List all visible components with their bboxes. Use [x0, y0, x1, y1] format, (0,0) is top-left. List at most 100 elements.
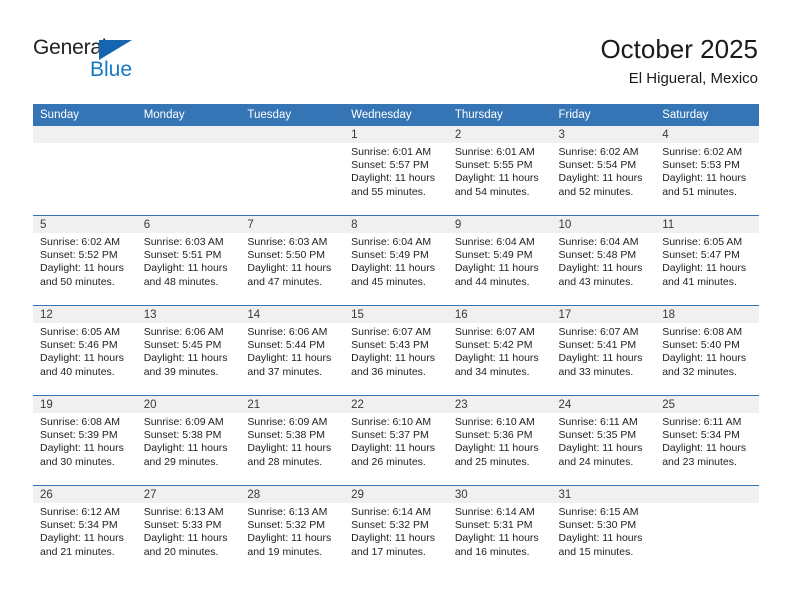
day-number: 6	[136, 216, 241, 233]
sunrise-text: Sunrise: 6:14 AM	[351, 506, 432, 518]
calendar-day-cell[interactable]: 11 Sunrise: 6:05 AM Sunset: 5:47 PM Dayligh…	[655, 215, 759, 306]
daylight-text-line2: and 40 minutes.	[40, 365, 115, 378]
daylight-text-line1: Daylight: 11 hours	[40, 442, 124, 455]
weekday-header-row: Sunday Monday Tuesday Wednesday Thursday Frid…	[33, 104, 759, 126]
sunrise-text: Sunrise: 6:10 AM	[454, 416, 535, 428]
weekday-header-monday: Monday	[136, 104, 241, 126]
day-number: 29	[344, 486, 448, 503]
sunset-text: Sunset: 5:54 PM	[558, 159, 637, 172]
day-number	[33, 126, 137, 143]
cell-inner: 20 Sunrise: 6:09 AM Sunset: 5:38 PM Dayligh…	[136, 396, 241, 485]
calendar-day-cell[interactable]: 18 Sunrise: 6:08 AM Sunset: 5:40 PM Dayligh…	[655, 305, 759, 396]
calendar-day-cell[interactable]: 6 Sunrise: 6:03 AM Sunset: 5:51 PM Daylight…	[136, 215, 241, 306]
calendar-day-cell[interactable]: 22 Sunrise: 6:10 AM Sunset: 5:37 PM Dayligh…	[344, 395, 448, 486]
daylight-text-line1: Daylight: 11 hours	[662, 262, 747, 275]
calendar-day-cell[interactable]: 27 Sunrise: 6:13 AM Sunset: 5:33 PM Dayligh…	[136, 485, 241, 575]
calendar-week-row: 1 Sunrise: 6:01 AM Sunset: 5:57 PM Daylight…	[33, 126, 759, 216]
daylight-text-line2: and 52 minutes.	[558, 185, 634, 198]
sunrise-text: Sunrise: 6:06 AM	[247, 326, 328, 338]
calendar-day-cell[interactable]: 20 Sunrise: 6:09 AM Sunset: 5:38 PM Dayligh…	[136, 395, 241, 486]
sunset-text: Sunset: 5:57 PM	[351, 159, 429, 172]
day-number: 30	[447, 486, 552, 503]
calendar-day-cell[interactable]: 31 Sunrise: 6:15 AM Sunset: 5:30 PM Dayligh…	[551, 485, 656, 575]
calendar-day-cell[interactable]: 8 Sunrise: 6:04 AM Sunset: 5:49 PM Daylight…	[344, 215, 448, 306]
daylight-text-line2: and 43 minutes.	[558, 275, 634, 288]
cell-inner: 2 Sunrise: 6:01 AM Sunset: 5:55 PM Daylight…	[447, 126, 552, 215]
calendar-day-cell[interactable]: 28 Sunrise: 6:13 AM Sunset: 5:32 PM Dayligh…	[240, 485, 345, 575]
day-details: Sunrise: 6:03 AM Sunset: 5:50 PM Daylight:…	[240, 233, 344, 289]
daylight-text-line1: Daylight: 11 hours	[454, 172, 539, 185]
daylight-text-line1: Daylight: 11 hours	[143, 352, 228, 365]
calendar-week-row: 5 Sunrise: 6:02 AM Sunset: 5:52 PM Daylight…	[33, 215, 759, 306]
daylight-text-line1: Daylight: 11 hours	[351, 352, 435, 365]
cell-inner: 6 Sunrise: 6:03 AM Sunset: 5:51 PM Daylight…	[136, 216, 241, 305]
daylight-text-line1: Daylight: 11 hours	[40, 352, 124, 365]
daylight-text-line2: and 32 minutes.	[662, 365, 737, 378]
day-details: Sunrise: 6:08 AM Sunset: 5:39 PM Daylight:…	[33, 413, 137, 469]
calendar-day-cell[interactable]: 13 Sunrise: 6:06 AM Sunset: 5:45 PM Dayligh…	[136, 305, 241, 396]
day-number: 31	[551, 486, 656, 503]
daylight-text-line1: Daylight: 11 hours	[454, 532, 539, 545]
daylight-text-line2: and 24 minutes.	[558, 455, 634, 468]
calendar-day-cell[interactable]: 29 Sunrise: 6:14 AM Sunset: 5:32 PM Dayligh…	[344, 485, 448, 575]
cell-inner: 9 Sunrise: 6:04 AM Sunset: 5:49 PM Daylight…	[447, 216, 552, 305]
calendar-day-cell[interactable]: 30 Sunrise: 6:14 AM Sunset: 5:31 PM Dayligh…	[447, 485, 552, 575]
calendar-day-cell[interactable]: 24 Sunrise: 6:11 AM Sunset: 5:35 PM Dayligh…	[551, 395, 656, 486]
day-details: Sunrise: 6:14 AM Sunset: 5:32 PM Daylight:…	[344, 503, 448, 559]
sunset-text: Sunset: 5:45 PM	[143, 339, 222, 352]
daylight-text-line1: Daylight: 11 hours	[351, 172, 435, 185]
calendar-day-cell[interactable]: 5 Sunrise: 6:02 AM Sunset: 5:52 PM Daylight…	[33, 215, 137, 306]
day-number: 9	[447, 216, 552, 233]
sunset-text: Sunset: 5:36 PM	[454, 429, 533, 442]
calendar-day-cell[interactable]: 2 Sunrise: 6:01 AM Sunset: 5:55 PM Daylight…	[447, 126, 552, 216]
sunrise-text: Sunrise: 6:08 AM	[40, 416, 120, 428]
calendar-day-cell[interactable]: 14 Sunrise: 6:06 AM Sunset: 5:44 PM Dayligh…	[240, 305, 345, 396]
calendar-day-cell[interactable]: 17 Sunrise: 6:07 AM Sunset: 5:41 PM Dayligh…	[551, 305, 656, 396]
cell-inner: 11 Sunrise: 6:05 AM Sunset: 5:47 PM Dayligh…	[655, 216, 759, 305]
calendar-day-cell[interactable]: 12 Sunrise: 6:05 AM Sunset: 5:46 PM Dayligh…	[33, 305, 137, 396]
day-details: Sunrise: 6:03 AM Sunset: 5:51 PM Daylight:…	[137, 233, 241, 289]
daylight-text-line2: and 44 minutes.	[454, 275, 530, 288]
calendar-cell-empty	[240, 126, 345, 216]
sunset-text: Sunset: 5:43 PM	[351, 339, 429, 352]
day-details: Sunrise: 6:13 AM Sunset: 5:32 PM Daylight:…	[240, 503, 344, 559]
day-number: 8	[344, 216, 448, 233]
daylight-text-line2: and 20 minutes.	[143, 545, 219, 558]
day-number: 25	[655, 396, 759, 413]
brand-logo[interactable]: General Blue	[33, 36, 163, 86]
daylight-text-line1: Daylight: 11 hours	[143, 442, 228, 455]
calendar-day-cell[interactable]: 15 Sunrise: 6:07 AM Sunset: 5:43 PM Dayligh…	[344, 305, 448, 396]
calendar-day-cell[interactable]: 25 Sunrise: 6:11 AM Sunset: 5:34 PM Dayligh…	[655, 395, 759, 486]
day-number: 14	[240, 306, 345, 323]
sunset-text: Sunset: 5:53 PM	[662, 159, 740, 172]
sunrise-text: Sunrise: 6:12 AM	[40, 506, 120, 518]
daylight-text-line1: Daylight: 11 hours	[351, 532, 435, 545]
day-number: 19	[33, 396, 137, 413]
calendar-week-row: 12 Sunrise: 6:05 AM Sunset: 5:46 PM Dayligh…	[33, 305, 759, 396]
day-number: 28	[240, 486, 345, 503]
day-number: 13	[136, 306, 241, 323]
calendar-day-cell[interactable]: 23 Sunrise: 6:10 AM Sunset: 5:36 PM Dayligh…	[447, 395, 552, 486]
page-subtitle: El Higueral, Mexico	[628, 70, 758, 87]
sunset-text: Sunset: 5:46 PM	[40, 339, 118, 352]
day-details: Sunrise: 6:06 AM Sunset: 5:45 PM Daylight:…	[137, 323, 241, 379]
cell-inner: 5 Sunrise: 6:02 AM Sunset: 5:52 PM Daylight…	[33, 216, 137, 305]
calendar-day-cell[interactable]: 16 Sunrise: 6:07 AM Sunset: 5:42 PM Dayligh…	[447, 305, 552, 396]
calendar-day-cell[interactable]: 1 Sunrise: 6:01 AM Sunset: 5:57 PM Daylight…	[344, 126, 448, 216]
calendar-day-cell[interactable]: 10 Sunrise: 6:04 AM Sunset: 5:48 PM Dayligh…	[551, 215, 656, 306]
day-details: Sunrise: 6:04 AM Sunset: 5:49 PM Daylight:…	[448, 233, 552, 289]
calendar-day-cell[interactable]: 4 Sunrise: 6:02 AM Sunset: 5:53 PM Daylight…	[655, 126, 759, 216]
brand-name-top: General	[33, 36, 107, 59]
calendar-day-cell[interactable]: 3 Sunrise: 6:02 AM Sunset: 5:54 PM Daylight…	[551, 126, 656, 216]
daylight-text-line1: Daylight: 11 hours	[558, 532, 643, 545]
calendar-day-cell[interactable]: 21 Sunrise: 6:09 AM Sunset: 5:38 PM Dayligh…	[240, 395, 345, 486]
calendar-day-cell[interactable]: 19 Sunrise: 6:08 AM Sunset: 5:39 PM Dayligh…	[33, 395, 137, 486]
calendar-day-cell[interactable]: 26 Sunrise: 6:12 AM Sunset: 5:34 PM Dayligh…	[33, 485, 137, 575]
sunset-text: Sunset: 5:34 PM	[662, 429, 740, 442]
sunset-text: Sunset: 5:48 PM	[558, 249, 637, 262]
calendar-day-cell[interactable]: 9 Sunrise: 6:04 AM Sunset: 5:49 PM Daylight…	[447, 215, 552, 306]
calendar-day-cell[interactable]: 7 Sunrise: 6:03 AM Sunset: 5:50 PM Daylight…	[240, 215, 345, 306]
weekday-header-sunday: Sunday	[33, 104, 137, 126]
daylight-text-line2: and 37 minutes.	[247, 365, 323, 378]
day-details: Sunrise: 6:04 AM Sunset: 5:48 PM Daylight:…	[552, 233, 656, 289]
